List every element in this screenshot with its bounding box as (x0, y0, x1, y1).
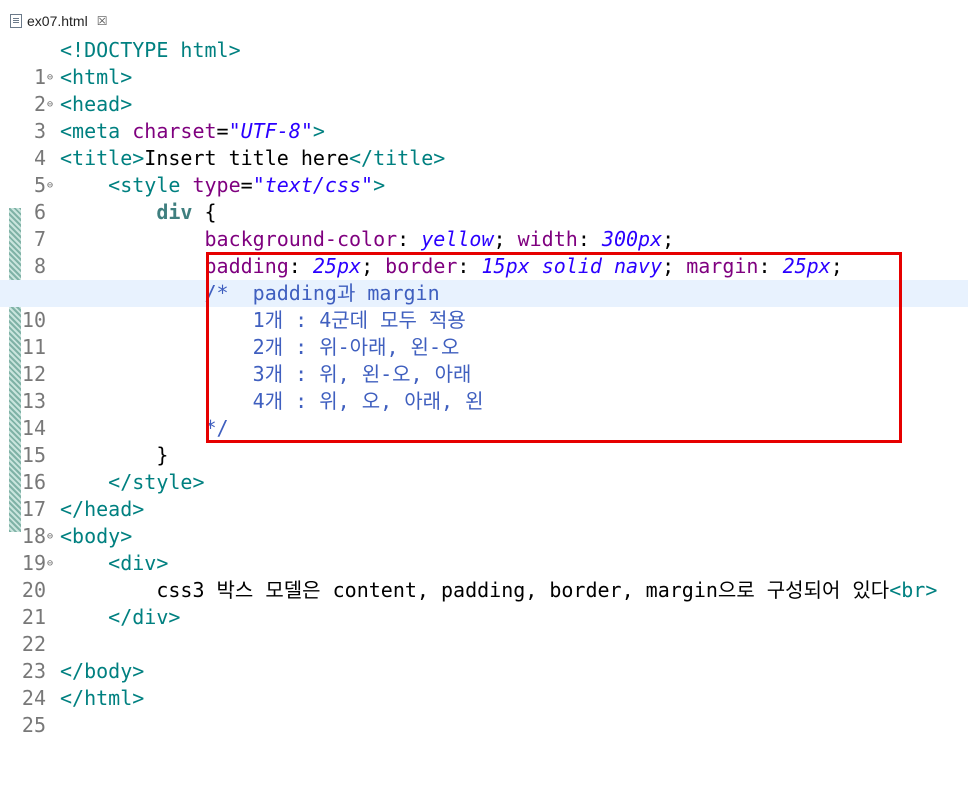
code-token: <html> (60, 65, 133, 89)
code-token: charset (132, 119, 217, 143)
code-token: : (577, 227, 602, 251)
code-token: <style (108, 173, 193, 197)
code-line: 4 <meta charset="UTF-8"> (0, 118, 968, 170)
code-token: <title> (60, 146, 145, 170)
code-line: 7 div { (0, 199, 968, 251)
line-number: 25 (21, 713, 46, 737)
code-token: : (397, 227, 422, 251)
code-token: type (192, 173, 241, 197)
code-token: </style> (108, 470, 205, 494)
code-line: 20 ⊖ <div> (0, 550, 968, 602)
code-line: 1 <!DOCTYPE html> (0, 37, 968, 89)
code-token: "UTF-8" (228, 119, 313, 143)
code-line: 8 background-color: yellow; width: 300px… (0, 226, 968, 278)
code-token: "text/css" (252, 173, 374, 197)
code-token: </div> (108, 605, 181, 629)
code-token: } (156, 443, 169, 467)
tab-filename: ex07.html (27, 13, 88, 29)
fold-icon[interactable]: ⊖ (47, 523, 53, 550)
code-token: background-color (204, 227, 398, 251)
code-token: > (373, 173, 386, 197)
code-token: </title> (349, 146, 446, 170)
code-token: yellow (421, 227, 494, 251)
code-token: ; (662, 227, 675, 251)
code-line: 17 </style> (0, 469, 968, 521)
code-token: </head> (60, 497, 145, 521)
code-token: div (156, 200, 193, 224)
code-line: 25 </html> (0, 685, 968, 737)
code-token: ; (493, 227, 518, 251)
code-token: = (240, 173, 253, 197)
html-file-icon (10, 14, 22, 28)
fold-icon[interactable]: ⊖ (47, 64, 53, 91)
code-line: 2 ⊖ <html> (0, 64, 968, 116)
code-token: <br> (889, 578, 938, 602)
code-line: 18 </head> (0, 496, 968, 548)
code-line: 23 (0, 631, 968, 683)
code-token: 300px (601, 227, 663, 251)
fold-icon[interactable]: ⊖ (47, 172, 53, 199)
code-token: css3 박스 모델은 content, padding, border, ma… (156, 578, 890, 602)
close-icon[interactable]: ☒ (97, 14, 108, 28)
code-token: = (216, 119, 229, 143)
fold-icon[interactable]: ⊖ (47, 91, 53, 118)
code-token: </html> (60, 686, 145, 710)
code-token: </body> (60, 659, 145, 683)
code-line: 19 ⊖ <body> (0, 523, 968, 575)
code-editor[interactable]: 1 <!DOCTYPE html> 2 ⊖ <html> 3 ⊖ <head> … (0, 36, 968, 737)
red-highlight-box (206, 252, 902, 443)
code-token: Insert title here (144, 146, 349, 170)
code-line: 16 } (0, 442, 968, 494)
code-token: width (517, 227, 578, 251)
code-line: 3 ⊖ <head> (0, 91, 968, 143)
code-token: <head> (60, 92, 133, 116)
code-token: <div> (108, 551, 169, 575)
code-line: 22 </div> (0, 604, 968, 656)
code-token: { (192, 200, 217, 224)
code-token: > (312, 119, 325, 143)
code-line: 5 <title>Insert title here</title> (0, 145, 968, 197)
tab-ex07-html[interactable]: ex07.html ☒ (4, 6, 113, 36)
code-line: 21 css3 박스 모델은 content, padding, border,… (0, 577, 968, 629)
code-line: 6 ⊖ <style type="text/css"> (0, 172, 968, 224)
code-line: 24 </body> (0, 658, 968, 710)
editor-tab-bar: ex07.html ☒ (0, 0, 968, 36)
code-token: <body> (60, 524, 133, 548)
code-token: <!DOCTYPE html> (60, 38, 241, 62)
fold-icon[interactable]: ⊖ (47, 550, 53, 577)
code-token: <meta (60, 119, 133, 143)
